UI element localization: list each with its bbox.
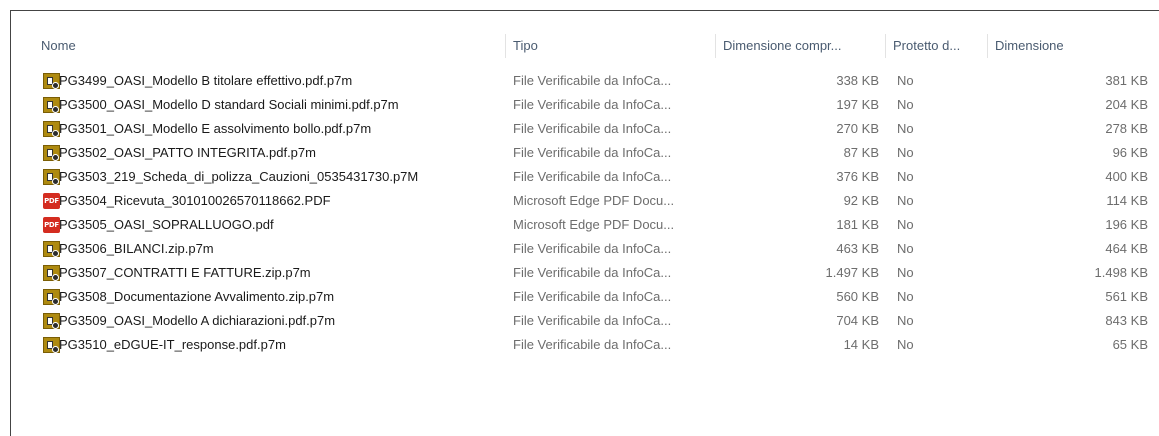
file-protected: No <box>897 193 914 208</box>
file-name: PG3502_OASI_PATTO INTEGRITA.pdf.p7m <box>35 141 501 165</box>
file-row[interactable]: PG3503_219_Scheda_di_polizza_Cauzioni_05… <box>11 165 1159 189</box>
file-row[interactable]: PG3510_eDGUE-IT_response.pdf.p7m File Ver… <box>11 333 1159 357</box>
file-size: 96 KB <box>1112 145 1148 160</box>
file-row[interactable]: PG3500_OASI_Modello D standard Sociali m… <box>11 93 1159 117</box>
file-protected: No <box>897 289 914 304</box>
file-row[interactable]: PG3507_CONTRATTI E FATTURE.zip.p7m File V… <box>11 261 1159 285</box>
file-size: 464 KB <box>1105 241 1148 256</box>
file-list-pane: Nome Tipo Dimensione compr... Protetto d… <box>10 10 1159 436</box>
file-name: PG3501_OASI_Modello E assolvimento bollo… <box>35 117 501 141</box>
file-type: File Verificabile da InfoCa... <box>513 289 672 304</box>
file-row[interactable]: PG3499_OASI_Modello B titolare effettivo… <box>11 69 1159 93</box>
file-type: File Verificabile da InfoCa... <box>513 145 672 160</box>
file-name: PG3509_OASI_Modello A dichiarazioni.pdf.… <box>35 309 501 333</box>
file-compressed-size: 197 KB <box>836 97 879 112</box>
file-row[interactable]: PG3509_OASI_Modello A dichiarazioni.pdf.… <box>11 309 1159 333</box>
file-row[interactable]: PG3508_Documentazione Avvalimento.zip.p7… <box>11 285 1159 309</box>
file-name: PG3510_eDGUE-IT_response.pdf.p7m <box>35 333 501 357</box>
file-name: PG3508_Documentazione Avvalimento.zip.p7… <box>35 285 501 309</box>
column-divider[interactable] <box>987 34 988 58</box>
file-type: File Verificabile da InfoCa... <box>513 121 672 136</box>
file-name: PG3505_OASI_SOPRALLUOGO.pdf <box>35 213 501 237</box>
file-name: PG3500_OASI_Modello D standard Sociali m… <box>35 93 501 117</box>
file-size: 114 KB <box>1106 193 1148 208</box>
file-protected: No <box>897 145 914 160</box>
file-protected: No <box>897 241 914 256</box>
column-divider[interactable] <box>885 34 886 58</box>
file-name-text: PG3505_OASI_SOPRALLUOGO.pdf <box>59 217 274 232</box>
column-header-protected[interactable]: Protetto d... <box>887 32 987 60</box>
file-compressed-size: 376 KB <box>836 169 879 184</box>
file-name: PG3506_BILANCI.zip.p7m <box>35 237 501 261</box>
file-size: 400 KB <box>1105 169 1148 184</box>
file-type: Microsoft Edge PDF Docu... <box>513 217 675 232</box>
file-name-text: PG3502_OASI_PATTO INTEGRITA.pdf.p7m <box>59 145 316 160</box>
file-size: 561 KB <box>1105 289 1148 304</box>
column-header-name[interactable]: Nome <box>35 32 505 60</box>
file-type: Microsoft Edge PDF Docu... <box>513 193 675 208</box>
file-type: File Verificabile da InfoCa... <box>513 313 672 328</box>
file-size: 1.498 KB <box>1094 265 1149 280</box>
file-type: File Verificabile da InfoCa... <box>513 73 672 88</box>
file-size: 196 KB <box>1105 217 1148 232</box>
file-type: File Verificabile da InfoCa... <box>513 169 672 184</box>
file-protected: No <box>897 217 914 232</box>
file-rows: PG3499_OASI_Modello B titolare effettivo… <box>11 69 1159 357</box>
file-compressed-size: 560 KB <box>836 289 879 304</box>
column-header-type[interactable]: Tipo <box>507 32 715 60</box>
file-compressed-size: 181 KB <box>836 217 879 232</box>
file-type: File Verificabile da InfoCa... <box>513 97 672 112</box>
file-compressed-size: 14 KB <box>843 337 879 352</box>
file-size: 204 KB <box>1105 97 1148 112</box>
column-header-compressed-size[interactable]: Dimensione compr... <box>717 32 885 60</box>
file-type: File Verificabile da InfoCa... <box>513 265 672 280</box>
file-row[interactable]: PG3501_OASI_Modello E assolvimento bollo… <box>11 117 1159 141</box>
file-name: PG3499_OASI_Modello B titolare effettivo… <box>35 69 501 93</box>
column-divider[interactable] <box>715 34 716 58</box>
file-row[interactable]: PG3502_OASI_PATTO INTEGRITA.pdf.p7m File … <box>11 141 1159 165</box>
file-row[interactable]: PG3506_BILANCI.zip.p7m File Verificabile … <box>11 237 1159 261</box>
file-compressed-size: 270 KB <box>836 121 879 136</box>
file-protected: No <box>897 313 914 328</box>
file-compressed-size: 338 KB <box>836 73 879 88</box>
file-name-text: PG3507_CONTRATTI E FATTURE.zip.p7m <box>59 265 311 280</box>
file-size: 65 KB <box>1112 337 1148 352</box>
file-compressed-size: 704 KB <box>836 313 879 328</box>
file-compressed-size: 87 KB <box>843 145 879 160</box>
column-header-size[interactable]: Dimensione <box>989 32 1154 60</box>
column-header-row: Nome Tipo Dimensione compr... Protetto d… <box>11 32 1159 60</box>
file-protected: No <box>897 73 914 88</box>
file-compressed-size: 463 KB <box>836 241 879 256</box>
file-name-text: PG3499_OASI_Modello B titolare effettivo… <box>59 73 353 88</box>
file-name-text: PG3503_219_Scheda_di_polizza_Cauzioni_05… <box>59 169 419 184</box>
file-name-text: PG3501_OASI_Modello E assolvimento bollo… <box>59 121 372 136</box>
file-name-text: PG3504_Ricevuta_301010026570118662.PDF <box>59 193 331 208</box>
file-protected: No <box>897 265 914 280</box>
file-name: PG3504_Ricevuta_301010026570118662.PDF <box>35 189 501 213</box>
file-compressed-size: 92 KB <box>843 193 879 208</box>
file-name-text: PG3506_BILANCI.zip.p7m <box>59 241 214 256</box>
file-protected: No <box>897 121 914 136</box>
file-type: File Verificabile da InfoCa... <box>513 337 672 352</box>
file-name-text: PG3508_Documentazione Avvalimento.zip.p7… <box>59 289 335 304</box>
file-protected: No <box>897 97 914 112</box>
file-row[interactable]: PDF PG3505_OASI_SOPRALLUOGO.pdf Microsoft … <box>11 213 1159 237</box>
file-name-text: PG3510_eDGUE-IT_response.pdf.p7m <box>59 337 286 352</box>
column-divider[interactable] <box>505 34 506 58</box>
file-row[interactable]: PDF PG3504_Ricevuta_301010026570118662.PD… <box>11 189 1159 213</box>
file-size: 843 KB <box>1105 313 1148 328</box>
file-name: PG3507_CONTRATTI E FATTURE.zip.p7m <box>35 261 501 285</box>
file-compressed-size: 1.497 KB <box>825 265 880 280</box>
file-name: PG3503_219_Scheda_di_polizza_Cauzioni_05… <box>35 165 501 189</box>
file-size: 278 KB <box>1105 121 1148 136</box>
file-size: 381 KB <box>1105 73 1148 88</box>
file-protected: No <box>897 169 914 184</box>
file-name-text: PG3500_OASI_Modello D standard Sociali m… <box>59 97 399 112</box>
file-type: File Verificabile da InfoCa... <box>513 241 672 256</box>
file-name-text: PG3509_OASI_Modello A dichiarazioni.pdf.… <box>59 313 336 328</box>
file-protected: No <box>897 337 914 352</box>
